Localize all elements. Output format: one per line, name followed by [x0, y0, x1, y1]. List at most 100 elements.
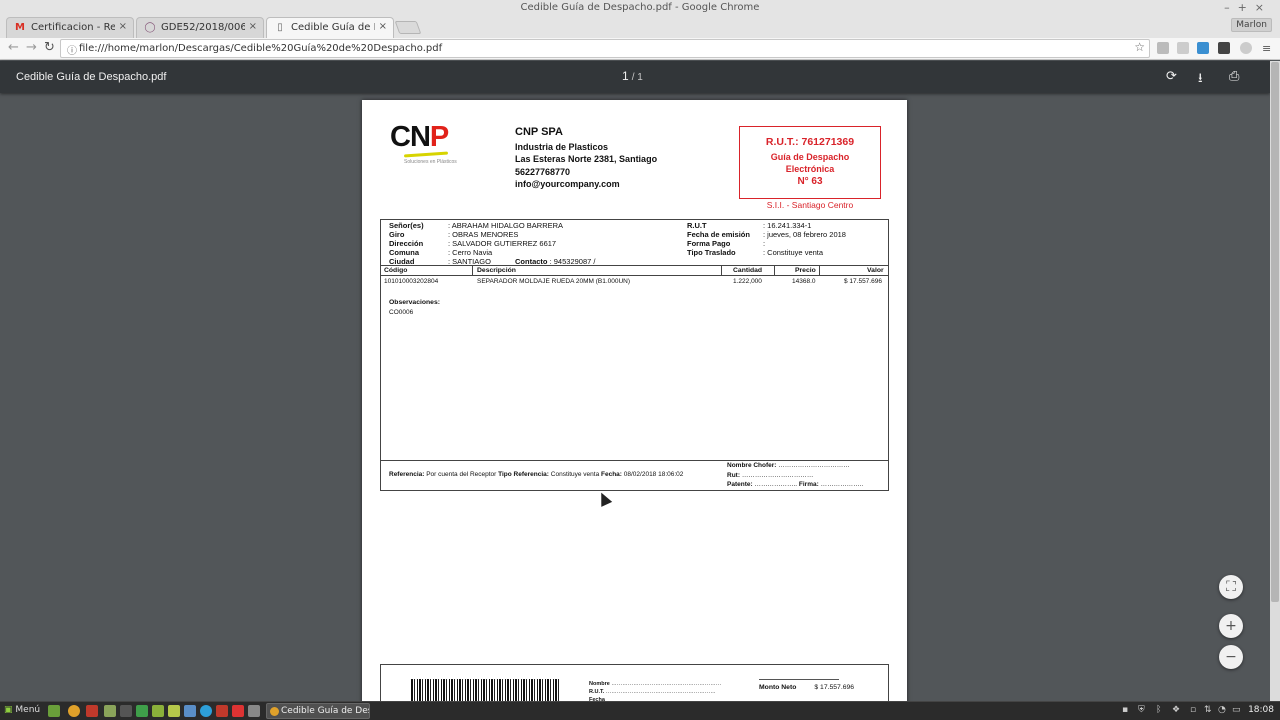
terminal-icon[interactable] — [120, 705, 132, 717]
pdf-page: CNP Soluciones en Plásticos CNP SPA Indu… — [362, 100, 907, 705]
tab-odoo[interactable]: ◯ GDE52/2018/0063 - Odoo × — [136, 17, 264, 38]
chrome-launcher-icon[interactable] — [68, 705, 80, 717]
document-type-line1: Guía de Despacho — [770, 152, 850, 162]
value-giro: OBRAS MENORES — [452, 230, 519, 239]
taskbar-window-chrome[interactable]: Cedible Guía de Des... — [266, 703, 370, 719]
info-icon[interactable]: ⓘ — [67, 42, 77, 57]
filezilla-icon[interactable] — [232, 705, 244, 717]
extension-icon[interactable] — [1177, 42, 1189, 54]
window-controls[interactable]: –+× — [1224, 1, 1272, 14]
document-type-line2: Electrónica — [785, 164, 835, 174]
address-bar[interactable]: ⓘ file:///home/marlon/Descargas/Cedible%… — [60, 39, 1150, 58]
skype-icon[interactable] — [200, 705, 212, 717]
new-tab-button[interactable] — [394, 21, 422, 34]
scrollbar-thumb[interactable] — [1271, 62, 1279, 602]
app-launcher-icon[interactable] — [184, 705, 196, 717]
tray-icon[interactable]: ▫ — [1190, 705, 1196, 715]
document-icon: ▯ — [277, 22, 283, 33]
extension-icon[interactable] — [1218, 42, 1230, 54]
zoom-in-button[interactable]: + — [1219, 614, 1243, 638]
tab-pdf[interactable]: ▯ Cedible Guía de Despacho × — [266, 17, 394, 38]
odoo-icon: ◯ — [144, 22, 156, 33]
page-indicator: 1 / 1 — [622, 69, 643, 83]
start-menu[interactable]: ▣ Menú — [4, 705, 40, 715]
app-launcher-icon[interactable] — [168, 705, 180, 717]
network-icon[interactable]: ⇅ — [1204, 705, 1212, 715]
rut-chofer-field: Rut: …………………………… — [727, 472, 814, 479]
fit-page-button[interactable]: ⛶ — [1219, 575, 1243, 599]
shield-icon[interactable]: ⛨ — [1138, 705, 1145, 715]
fit-page-icon: ⛶ — [1226, 579, 1236, 595]
observaciones-value: CO0006 — [389, 309, 414, 316]
column-divider — [472, 266, 473, 276]
app-launcher-icon[interactable] — [86, 705, 98, 717]
company-email: info@yourcompany.com — [515, 179, 620, 189]
screen-capture-icon[interactable] — [1197, 42, 1209, 54]
col-precio: Precio — [795, 267, 816, 274]
close-tab-icon[interactable]: × — [249, 21, 257, 32]
url-text: file:///home/marlon/Descargas/Cedible%20… — [79, 43, 443, 54]
table-header: Código Descripción Cantidad Precio Valor — [381, 266, 888, 276]
company-address: Las Esteras Norte 2381, Santiago — [515, 154, 658, 164]
line-cantidad: 1.222,000 — [733, 278, 762, 285]
monto-neto-value: $ 17.557.696 — [814, 684, 855, 691]
logo-text-accent: P — [429, 121, 449, 153]
pdf-toolbar: Cedible Guía de Despacho.pdf 1 / 1 ⟳ ⭳ ⎙ — [0, 61, 1270, 93]
menu-icon[interactable]: ≡ — [1262, 42, 1271, 55]
tray-icon[interactable]: ▪ — [1122, 705, 1128, 715]
extension-icon[interactable] — [1157, 42, 1169, 54]
company-logo: CNP Soluciones en Plásticos — [390, 122, 486, 168]
chrome-icon — [270, 707, 279, 716]
company-name: CNP SPA — [515, 126, 563, 138]
rut-field: R.U.T. …………………………………………………… — [589, 689, 716, 695]
zoom-out-button[interactable]: − — [1219, 645, 1243, 669]
dropbox-icon[interactable]: ❖ — [1172, 705, 1180, 715]
close-tab-icon[interactable]: × — [379, 21, 387, 32]
rut-box: R.U.T.: 761271369 Guía de Despacho Elect… — [739, 126, 881, 199]
company-block: CNP SPA Industria de Plasticos Las Ester… — [515, 126, 657, 191]
value-direccion: SALVADOR GUTIERREZ 6617 — [452, 239, 557, 248]
rotate-icon[interactable]: ⟳ — [1166, 69, 1177, 84]
col-valor: Valor — [867, 267, 884, 274]
line-precio: 14368.0 — [792, 278, 816, 285]
company-activity: Industria de Plasticos — [515, 141, 609, 152]
current-page[interactable]: 1 — [622, 69, 629, 83]
extension-icon[interactable] — [1240, 42, 1252, 54]
reload-icon[interactable]: ↻ — [44, 40, 55, 55]
bookmark-star-icon[interactable]: ☆ — [1134, 40, 1145, 54]
app-launcher-icon[interactable] — [152, 705, 164, 717]
forward-icon[interactable]: → — [26, 40, 37, 55]
files-icon[interactable] — [104, 705, 116, 717]
back-icon[interactable]: ← — [8, 40, 19, 55]
battery-icon[interactable]: ▭ — [1232, 705, 1241, 715]
tab-label: Certificacion - Resultado — [31, 22, 115, 33]
line-codigo: 101010003202804 — [384, 278, 439, 285]
profile-button[interactable]: Marlon — [1231, 18, 1272, 32]
sii-office: S.I.I. - Santiago Centro — [766, 200, 854, 210]
clock[interactable]: 18:08 — [1248, 705, 1274, 715]
logo-text: CN — [390, 121, 431, 153]
app-launcher-icon[interactable] — [136, 705, 148, 717]
minus-icon: − — [1225, 649, 1237, 665]
browser-toolbar: ← → ↻ ⓘ file:///home/marlon/Descargas/Ce… — [0, 38, 1280, 60]
show-desktop-icon[interactable] — [48, 705, 60, 717]
app-launcher-icon[interactable] — [216, 705, 228, 717]
column-divider — [774, 266, 775, 276]
download-icon[interactable]: ⭳ — [1198, 69, 1203, 91]
volume-icon[interactable]: ◔ — [1218, 705, 1226, 715]
app-launcher-icon[interactable] — [248, 705, 260, 717]
field-fecha-emision: Fecha de emisión — [687, 230, 750, 239]
value-rut: 16.241.334-1 — [767, 221, 812, 230]
cedible-copy-section: Nombre …………………………………………………… R.U.T. ……………… — [380, 664, 889, 705]
value-comuna: Cerro Navia — [452, 248, 493, 257]
col-codigo: Código — [384, 267, 408, 274]
bluetooth-icon[interactable]: ᛒ — [1156, 705, 1161, 715]
total-pages: / 1 — [631, 72, 643, 83]
mint-menu-icon: ▣ — [4, 705, 13, 715]
nombre-chofer-field: Nombre Chofer: …………………………… — [727, 462, 850, 469]
close-tab-icon[interactable]: × — [119, 21, 127, 32]
print-icon[interactable]: ⎙ — [1229, 69, 1239, 84]
tab-gmail[interactable]: M Certificacion - Resultado × — [6, 17, 134, 38]
field-senores: Señor(es) — [389, 221, 424, 230]
tab-label: GDE52/2018/0063 - Odoo — [161, 22, 245, 33]
